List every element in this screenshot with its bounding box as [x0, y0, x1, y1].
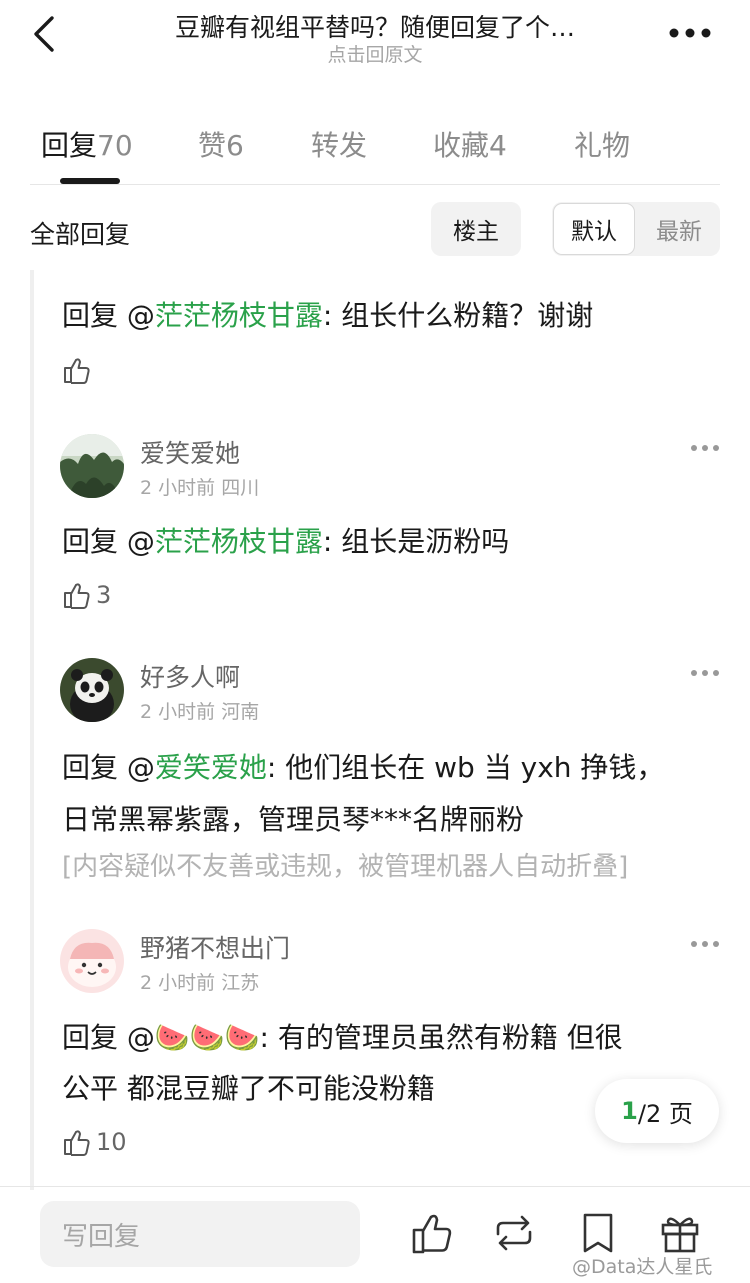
like-count: 10	[96, 1128, 127, 1156]
avatar-image	[60, 929, 124, 993]
reply-prefix: 回复 @	[62, 525, 155, 558]
thumbs-up-icon	[64, 358, 90, 384]
more-horizontal-icon[interactable]	[668, 26, 712, 40]
more-options-icon[interactable]	[690, 939, 720, 949]
bookmark-icon[interactable]	[576, 1210, 620, 1256]
current-page: 1	[621, 1097, 638, 1125]
avatar-image	[60, 434, 124, 498]
avatar[interactable]	[60, 434, 124, 498]
like-count: 3	[96, 581, 112, 609]
top-bar: 豆瓣有视组平替吗？随便回复了个… 点击回原文	[0, 0, 750, 80]
reply-prefix: 回复 @	[62, 299, 155, 332]
tab-bar: 回复70 赞6 转发 收藏4 礼物	[0, 100, 750, 186]
tab-label: 赞	[198, 129, 227, 162]
post-title[interactable]: 豆瓣有视组平替吗？随便回复了个…	[130, 8, 620, 44]
tab-label: 礼物	[574, 129, 631, 162]
tab-gifts[interactable]: 礼物	[574, 124, 630, 164]
tab-replies[interactable]: 回复70	[41, 124, 133, 164]
mention-link[interactable]: 茫茫杨枝甘露	[155, 525, 323, 558]
reply-meta: 2 小时前 江苏	[140, 968, 259, 995]
avatar[interactable]	[60, 658, 124, 722]
folded-notice: [内容疑似不友善或违规，被管理机器人自动折叠]	[62, 852, 629, 882]
avatar[interactable]	[60, 929, 124, 993]
reply-time: 2 小时前	[140, 972, 216, 994]
back-to-original-link[interactable]: 点击回原文	[0, 40, 750, 67]
reply-body: : 有的管理员虽然有粉籍 但很	[259, 1021, 623, 1054]
more-options-icon[interactable]	[690, 668, 720, 678]
reply-prefix: 回复 @	[62, 751, 155, 784]
gift-icon[interactable]	[658, 1210, 702, 1256]
reply-body: : 组长什么粉籍？谢谢	[322, 299, 594, 332]
repost-icon[interactable]	[492, 1210, 536, 1256]
reply-input[interactable]: 写回复	[40, 1201, 360, 1267]
sort-segmented-control: 默认 最新	[552, 202, 720, 256]
like-button[interactable]	[62, 353, 92, 387]
reply-time: 2 小时前	[140, 477, 216, 499]
like-button[interactable]: 10	[62, 1125, 127, 1159]
reply-content-line-2: 公平 都混豆瓣了不可能没粉籍	[62, 1072, 435, 1105]
tab-reposts[interactable]: 转发	[311, 124, 367, 164]
sort-latest-button[interactable]: 最新	[638, 202, 720, 256]
username[interactable]: 爱笑爱她	[140, 434, 240, 470]
reply-content: 回复 @🍉🍉🍉: 有的管理员虽然有粉籍 但很	[62, 1016, 623, 1056]
reply-location: 河南	[221, 701, 260, 723]
watermark: @Data达人星氏	[572, 1256, 713, 1278]
reply-body: : 他们组长在 wb 当 yxh 挣钱，	[266, 751, 665, 784]
divider	[30, 184, 720, 185]
thumbs-up-icon	[64, 583, 90, 609]
reply-body: : 组长是沥粉吗	[322, 525, 510, 558]
reply-content: 回复 @茫茫杨枝甘露: 组长是沥粉吗	[62, 520, 509, 560]
username[interactable]: 野猪不想出门	[140, 929, 290, 965]
reply-content-line-2: 日常黑幂紫露，管理员琴***名牌丽粉	[62, 803, 525, 836]
tab-count: 4	[489, 129, 507, 162]
page-indicator[interactable]: 1/2 页	[595, 1079, 719, 1143]
avatar-image	[60, 658, 124, 722]
username[interactable]: 好多人啊	[140, 658, 240, 694]
like-button[interactable]: 3	[62, 578, 111, 612]
tab-count: 6	[226, 129, 244, 162]
tab-label: 收藏	[433, 129, 490, 162]
all-replies-label: 全部回复	[30, 220, 131, 249]
like-icon[interactable]	[410, 1210, 454, 1256]
thumbs-up-icon	[64, 1130, 90, 1156]
mention-link[interactable]: 爱笑爱她	[155, 751, 267, 784]
tab-label: 回复	[41, 129, 98, 162]
total-pages: /2 页	[637, 1099, 693, 1128]
divider	[0, 1186, 750, 1187]
op-only-button[interactable]: 楼主	[431, 202, 521, 256]
sort-default-button[interactable]: 默认	[553, 203, 635, 255]
reply-meta: 2 小时前 四川	[140, 473, 259, 500]
mention-link[interactable]: 🍉🍉🍉	[155, 1021, 260, 1054]
reply-location: 江苏	[221, 972, 260, 994]
reply-meta: 2 小时前 河南	[140, 697, 259, 724]
reply-content: 回复 @茫茫杨枝甘露: 组长什么粉籍？谢谢	[62, 294, 593, 334]
tab-count: 70	[97, 129, 133, 162]
more-options-icon[interactable]	[690, 443, 720, 453]
reply-content: 回复 @爱笑爱她: 他们组长在 wb 当 yxh 挣钱，	[62, 746, 664, 786]
reply-location: 四川	[221, 477, 260, 499]
mention-link[interactable]: 茫茫杨枝甘露	[155, 299, 323, 332]
reply-time: 2 小时前	[140, 701, 216, 723]
tab-favorites[interactable]: 收藏4	[433, 124, 507, 164]
tab-likes[interactable]: 赞6	[198, 124, 244, 164]
tab-label: 转发	[311, 129, 368, 162]
thread-line	[30, 270, 34, 1190]
reply-prefix: 回复 @	[62, 1021, 155, 1054]
